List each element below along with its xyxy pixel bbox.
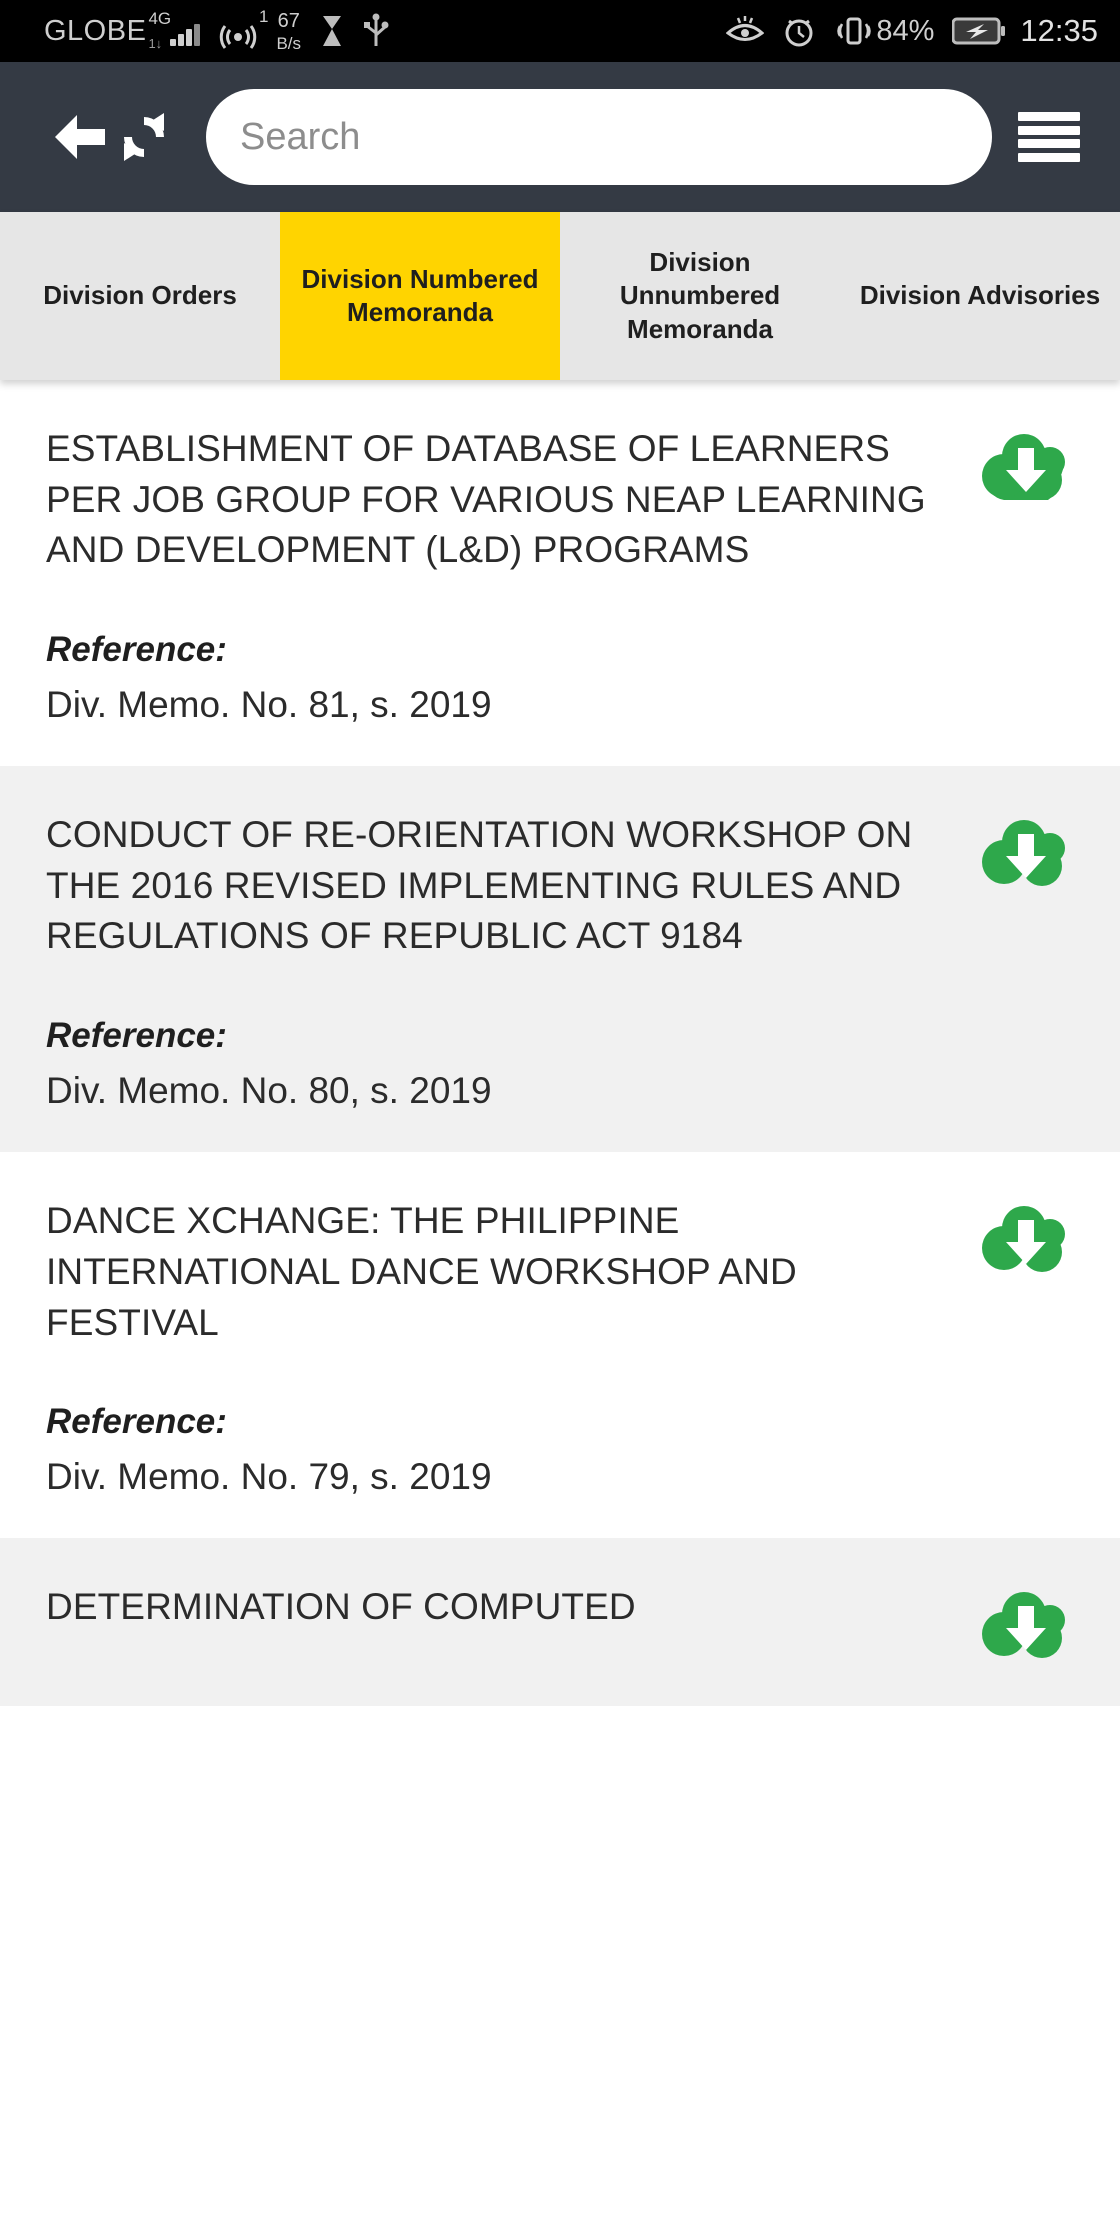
cloud-download-icon [982, 820, 1065, 887]
status-bar-clock: 12:35 [1020, 13, 1098, 48]
network-type-label: 4G [148, 9, 172, 28]
list-item[interactable]: ESTABLISHMENT OF DATABASE OF LEARNERS PE… [0, 380, 1120, 767]
list-item-title: CONDUCT OF RE-ORIENTATION WORKSHOP ON TH… [46, 814, 913, 957]
hourglass-icon [319, 14, 345, 48]
app-toolbar: Search [0, 62, 1120, 212]
eye-comfort-icon [726, 16, 765, 46]
list-item-body: ESTABLISHMENT OF DATABASE OF LEARNERS PE… [46, 424, 978, 726]
download-button[interactable] [978, 1588, 1074, 1666]
back-button[interactable] [48, 105, 112, 169]
status-bar: GLOBE 4G 1↓ 1 67 B/s 84% 12:35 [0, 0, 1120, 62]
tab-bar: Division Orders Division Numbered Memora… [0, 212, 1120, 380]
usb-icon [363, 13, 389, 49]
reference-label: Reference: [46, 630, 227, 670]
list-item-body: DETERMINATION OF COMPUTED [46, 1582, 978, 1633]
reference-value: Div. Memo. No. 80, s. 2019 [46, 1070, 492, 1112]
status-bar-left: GLOBE 4G 1↓ 1 67 B/s [44, 7, 389, 52]
cloud-download-icon [982, 1592, 1065, 1659]
reference-value: Div. Memo. No. 81, s. 2019 [46, 684, 492, 726]
list-item-title: DETERMINATION OF COMPUTED [46, 1586, 636, 1628]
battery-percent-label: 84% [876, 14, 935, 47]
hotspot-client-count: 1 [258, 7, 269, 26]
download-button[interactable] [978, 1202, 1074, 1280]
cloud-download-icon [982, 434, 1065, 500]
carrier-name: GLOBE [44, 14, 147, 47]
status-bar-right: 84% 12:35 [708, 13, 1098, 49]
search-placeholder: Search [240, 115, 361, 158]
list-item-title: DANCE XCHANGE: THE PHILIPPINE INTERNATIO… [46, 1200, 797, 1343]
hamburger-menu-icon [1018, 112, 1080, 121]
list-item[interactable]: DANCE XCHANGE: THE PHILIPPINE INTERNATIO… [0, 1152, 1120, 1539]
reference-label: Reference: [46, 1402, 227, 1442]
reference-label: Reference: [46, 1016, 227, 1056]
reference-value: Div. Memo. No. 79, s. 2019 [46, 1456, 492, 1498]
tab-division-numbered-memoranda[interactable]: Division Numbered Memoranda [280, 212, 560, 380]
tab-division-advisories[interactable]: Division Advisories [840, 212, 1120, 380]
vibrate-icon [834, 15, 874, 47]
signal-strength-indicator: 4G 1↓ [148, 9, 201, 51]
data-rate-value: 67 [277, 9, 300, 32]
tab-division-orders[interactable]: Division Orders [0, 212, 280, 380]
download-button[interactable] [978, 816, 1074, 894]
cloud-download-icon [982, 1206, 1065, 1273]
menu-button[interactable] [1018, 112, 1080, 162]
data-rate-indicator: 67 B/s [276, 11, 301, 52]
list-item-title: ESTABLISHMENT OF DATABASE OF LEARNERS PE… [46, 428, 926, 571]
back-arrow-icon [55, 115, 105, 159]
signal-bars-icon [170, 24, 201, 46]
hotspot-icon: 1 [218, 7, 268, 51]
list-item[interactable]: DETERMINATION OF COMPUTED [0, 1538, 1120, 1707]
memoranda-list: ESTABLISHMENT OF DATABASE OF LEARNERS PE… [0, 380, 1120, 1707]
data-rate-unit: B/s [276, 33, 301, 53]
search-input[interactable]: Search [206, 89, 992, 185]
list-item-body: DANCE XCHANGE: THE PHILIPPINE INTERNATIO… [46, 1196, 978, 1498]
tab-division-unnumbered-memoranda[interactable]: Division Unnumbered Memoranda [560, 212, 840, 380]
refresh-button[interactable] [112, 105, 176, 169]
list-item[interactable]: CONDUCT OF RE-ORIENTATION WORKSHOP ON TH… [0, 766, 1120, 1153]
refresh-icon [124, 113, 164, 161]
list-item-body: CONDUCT OF RE-ORIENTATION WORKSHOP ON TH… [46, 810, 978, 1112]
battery-charging-icon [952, 16, 1006, 46]
download-button[interactable] [978, 430, 1074, 508]
alarm-clock-icon [782, 14, 816, 48]
network-sub-label: 1↓ [148, 36, 163, 51]
